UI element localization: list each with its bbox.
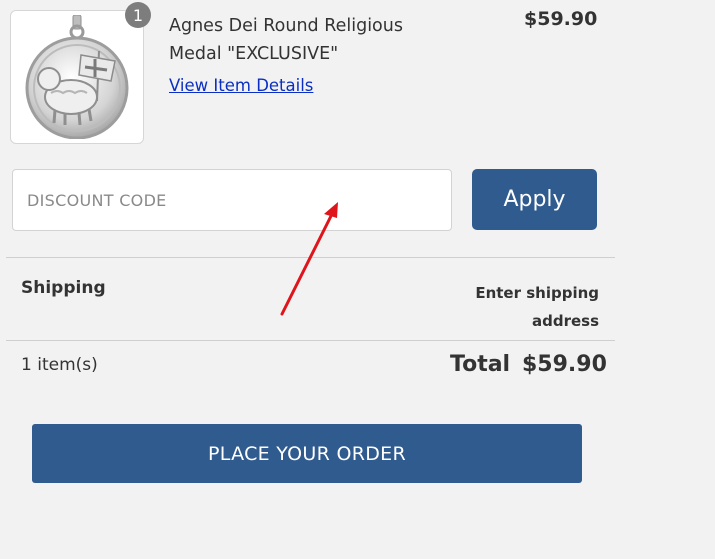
place-order-button[interactable]: PLACE YOUR ORDER (32, 424, 582, 483)
shipping-label: Shipping (21, 278, 106, 298)
item-title: Agnes Dei Round Religious Medal "EXCLUSI… (169, 12, 459, 68)
medal-icon (25, 15, 129, 139)
divider (6, 340, 615, 341)
quantity-badge: 1 (125, 2, 151, 28)
total-label: Total (450, 352, 511, 377)
shipping-value: Enter shipping address (470, 279, 599, 335)
total-value: $59.90 (522, 352, 607, 377)
discount-code-input[interactable] (12, 169, 452, 231)
view-item-details-link[interactable]: View Item Details (169, 76, 313, 95)
item-title-line2: Medal "EXCLUSIVE" (169, 44, 339, 64)
product-thumbnail[interactable] (10, 10, 144, 144)
shipping-value-line1: Enter shipping (475, 284, 599, 302)
items-count: 1 item(s) (21, 355, 98, 375)
item-price: $59.90 (524, 8, 598, 30)
shipping-value-line2: address (531, 312, 599, 330)
apply-button[interactable]: Apply (472, 169, 597, 230)
divider (6, 257, 615, 258)
item-title-line1: Agnes Dei Round Religious (169, 16, 403, 36)
